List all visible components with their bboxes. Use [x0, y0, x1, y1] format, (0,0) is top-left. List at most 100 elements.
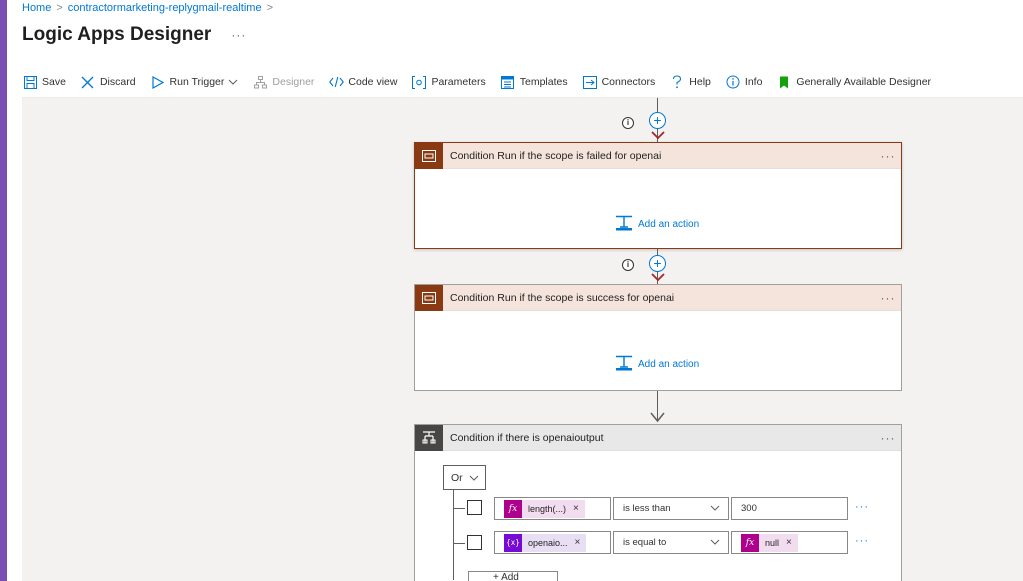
more-options-icon[interactable]: ···	[231, 28, 246, 42]
connectors-button[interactable]: Connectors	[582, 74, 656, 90]
code-icon	[328, 74, 344, 90]
card-title: Condition if there is openaioutput	[450, 431, 604, 444]
question-icon	[669, 74, 685, 90]
save-icon	[22, 74, 38, 90]
left-operand-field[interactable]: fx length(...) ×	[494, 497, 611, 520]
discard-label: Discard	[99, 76, 136, 88]
designer-label: Designer	[272, 76, 315, 88]
token-label: length(...)	[528, 503, 567, 514]
remove-token-icon[interactable]: ×	[573, 503, 579, 514]
more-options-icon[interactable]: ···	[875, 431, 901, 445]
chevron-down-icon	[469, 473, 479, 483]
more-options-icon[interactable]: ···	[875, 149, 901, 163]
discard-button[interactable]: Discard	[80, 74, 136, 90]
connectors-label: Connectors	[601, 76, 656, 88]
breadcrumb-separator: >	[56, 2, 63, 14]
operator-value: is less than	[623, 503, 671, 514]
generally-available-designer-button[interactable]: Generally Available Designer	[776, 74, 931, 90]
group-operator-select[interactable]: Or	[443, 465, 486, 490]
connector-arrow-icon	[651, 273, 665, 281]
card-header[interactable]: Condition Run if the scope is success fo…	[415, 284, 901, 311]
connectors-icon	[582, 74, 598, 90]
templates-icon	[500, 74, 516, 90]
variable-icon: {x}	[504, 533, 522, 552]
remove-token-icon[interactable]: ×	[575, 537, 581, 548]
operator-value: is equal to	[623, 537, 667, 548]
breadcrumb-home-link[interactable]: Home	[22, 2, 51, 14]
add-action-icon	[615, 355, 633, 374]
breadcrumb-separator: >	[266, 2, 274, 14]
condition-icon	[415, 424, 443, 451]
play-icon	[150, 74, 166, 90]
chevron-down-icon	[710, 503, 720, 514]
row-checkbox[interactable]	[467, 535, 482, 550]
info-icon	[725, 74, 741, 90]
insert-step-plus-icon[interactable]: +	[649, 112, 666, 129]
arrow-down-icon	[650, 412, 665, 423]
designer-button[interactable]: Designer	[252, 74, 314, 90]
info-icon[interactable]: i	[622, 259, 634, 271]
tree-line	[453, 490, 454, 580]
scope-card-success[interactable]: Condition Run if the scope is success fo…	[414, 284, 902, 391]
designer-canvas[interactable]: i + Condition Run if the scope is failed…	[22, 98, 1023, 581]
add-an-action-label: Add an action	[638, 359, 700, 370]
function-icon: fx	[741, 533, 759, 552]
expression-token[interactable]: fx null ×	[741, 533, 798, 552]
add-an-action-button[interactable]: Add an action	[615, 355, 699, 374]
card-title: Condition Run if the scope is success fo…	[450, 291, 675, 304]
code-view-label: Code view	[348, 76, 398, 88]
help-label: Help	[689, 76, 711, 88]
operator-select[interactable]: is less than	[613, 497, 729, 520]
left-accent-strip	[0, 0, 7, 581]
right-operand-field[interactable]: fx null ×	[731, 531, 848, 554]
breadcrumb: Home > contractormarketing-replygmail-real…	[22, 2, 278, 14]
add-an-action-button[interactable]: Add an action	[615, 215, 699, 234]
row-more-options-icon[interactable]: ···	[855, 535, 869, 547]
generally-available-label: Generally Available Designer	[796, 76, 932, 88]
row-checkbox[interactable]	[467, 500, 482, 515]
card-header[interactable]: Condition if there is openaioutput ···	[415, 424, 901, 451]
save-button[interactable]: Save	[22, 74, 66, 90]
card-title: Condition Run if the scope is failed for…	[450, 149, 662, 162]
parameters-icon	[411, 74, 427, 90]
group-operator-value: Or	[451, 471, 463, 484]
scope-icon	[415, 284, 443, 311]
remove-token-icon[interactable]: ×	[786, 537, 792, 548]
save-label: Save	[42, 76, 66, 88]
designer-toolbar: Save Discard Run Trigger Designer Code v…	[22, 71, 945, 93]
close-icon	[80, 74, 96, 90]
tree-line	[453, 508, 465, 509]
condition-card[interactable]: Condition if there is openaioutput ··· O…	[414, 424, 902, 581]
run-trigger-label: Run Trigger	[169, 76, 225, 88]
parameters-button[interactable]: Parameters	[411, 74, 486, 90]
title-row: Logic Apps Designer ···	[22, 24, 246, 46]
operator-select[interactable]: is equal to	[613, 531, 729, 554]
tree-line	[453, 543, 465, 544]
variable-token[interactable]: {x} openaio... ×	[504, 533, 587, 552]
run-trigger-button[interactable]: Run Trigger	[150, 74, 239, 90]
row-more-options-icon[interactable]: ···	[855, 501, 869, 513]
token-label: openaio...	[528, 537, 568, 548]
info-label: Info	[744, 76, 763, 88]
insert-step-plus-icon[interactable]: +	[649, 255, 666, 272]
function-icon: fx	[504, 499, 522, 518]
breadcrumb-workflow-link[interactable]: contractormarketing-replygmail-realtime	[68, 2, 262, 14]
page-title: Logic Apps Designer	[22, 24, 212, 45]
scope-card-failed[interactable]: Condition Run if the scope is failed for…	[414, 142, 902, 249]
add-condition-button[interactable]: + Add	[468, 571, 558, 581]
more-options-icon[interactable]: ···	[875, 291, 901, 305]
code-view-button[interactable]: Code view	[328, 74, 397, 90]
scope-icon	[415, 142, 443, 169]
right-operand-field[interactable]: 300	[731, 497, 848, 520]
card-header[interactable]: Condition Run if the scope is failed for…	[415, 142, 901, 169]
expression-token[interactable]: fx length(...) ×	[504, 499, 585, 518]
chevron-down-icon	[710, 537, 720, 548]
parameters-label: Parameters	[431, 76, 486, 88]
help-button[interactable]: Help	[669, 74, 711, 90]
info-button[interactable]: Info	[725, 74, 763, 90]
designer-icon	[252, 74, 268, 90]
templates-button[interactable]: Templates	[500, 74, 568, 90]
right-operand-value: 300	[741, 503, 757, 514]
info-icon[interactable]: i	[622, 117, 634, 129]
left-operand-field[interactable]: {x} openaio... ×	[494, 531, 611, 554]
